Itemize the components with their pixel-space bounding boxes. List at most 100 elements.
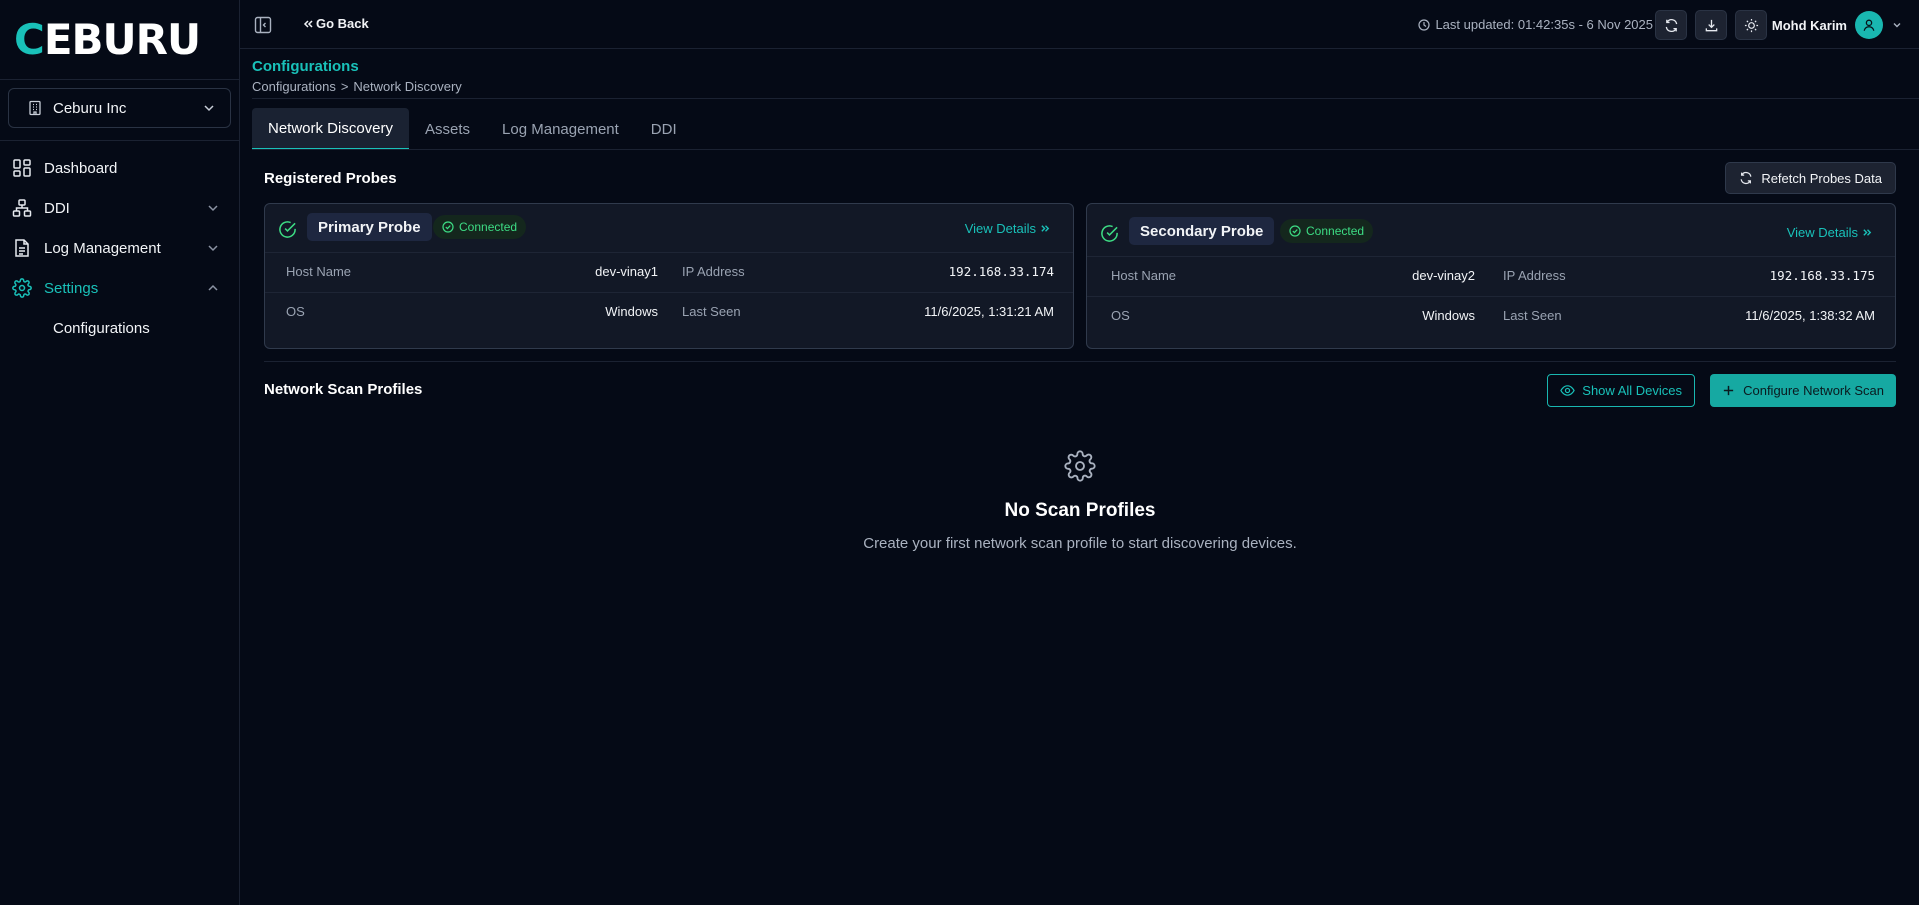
ip-address-value: 192.168.33.175	[1769, 268, 1875, 283]
configure-network-scan-button[interactable]: Configure Network Scan	[1710, 374, 1896, 407]
status-badge: Connected	[1280, 219, 1374, 243]
theme-toggle-button[interactable]	[1735, 10, 1767, 40]
go-back-link[interactable]: Go Back	[302, 16, 369, 31]
sidebar-subitem-configurations[interactable]: Configurations	[0, 308, 240, 348]
last-seen-label: Last Seen	[1503, 308, 1562, 323]
breadcrumb-separator: >	[340, 79, 349, 94]
probe-card-secondary: Secondary Probe Connected View Details H…	[1086, 203, 1896, 349]
sidebar-nav: Dashboard DDI Log Management Settings Co…	[0, 148, 240, 348]
refresh-icon	[1739, 171, 1753, 185]
refresh-button[interactable]	[1655, 10, 1687, 40]
divider	[265, 252, 1073, 253]
refresh-icon	[1664, 18, 1679, 33]
chevron-down-icon	[206, 201, 220, 215]
divider	[252, 149, 1919, 150]
avatar	[1855, 11, 1883, 39]
empty-state-description: Create your first network scan profile t…	[863, 535, 1297, 552]
topbar: Go Back Last updated: 01:42:35s - 6 Nov …	[240, 0, 1919, 49]
clock-icon	[1418, 18, 1431, 31]
chevrons-left-icon	[302, 18, 314, 30]
os-label: OS	[286, 304, 305, 319]
divider	[0, 140, 240, 141]
go-back-label: Go Back	[316, 16, 369, 31]
status-text: Connected	[459, 220, 518, 234]
scan-profiles-title: Network Scan Profiles	[264, 381, 423, 398]
plus-icon	[1722, 384, 1735, 397]
last-seen-value: 11/6/2025, 1:31:21 AM	[924, 304, 1054, 319]
dashboard-icon	[12, 158, 32, 178]
configure-network-scan-label: Configure Network Scan	[1743, 383, 1884, 398]
show-all-devices-label: Show All Devices	[1582, 383, 1682, 398]
last-updated: Last updated: 01:42:35s - 6 Nov 2025	[1418, 17, 1653, 32]
check-circle-icon	[442, 221, 454, 233]
status-badge: Connected	[433, 215, 527, 239]
download-button[interactable]	[1695, 10, 1727, 40]
chevrons-right-icon	[1862, 227, 1873, 238]
user-name: Mohd Karim	[1771, 17, 1847, 33]
os-value: Windows	[1422, 308, 1475, 323]
sun-icon	[1744, 18, 1759, 33]
breadcrumb-item: Network Discovery	[353, 79, 462, 94]
network-icon	[12, 198, 32, 218]
registered-probes-title: Registered Probes	[264, 170, 397, 187]
user-menu[interactable]: Mohd Karim	[1772, 11, 1903, 39]
page-title: Configurations	[252, 58, 359, 75]
tab-network-discovery[interactable]: Network Discovery	[252, 108, 410, 150]
check-circle-icon	[1100, 224, 1119, 243]
sidebar-item-dashboard[interactable]: Dashboard	[0, 148, 240, 188]
status-text: Connected	[1306, 224, 1365, 238]
org-name: Ceburu Inc	[53, 99, 127, 117]
divider	[0, 79, 240, 80]
divider	[252, 98, 1919, 99]
refetch-probes-button[interactable]: Refetch Probes Data	[1725, 162, 1896, 194]
probe-card-primary: Primary Probe Connected View Details Hos…	[264, 203, 1074, 349]
tab-ddi[interactable]: DDI	[635, 108, 693, 150]
org-selector[interactable]: Ceburu Inc	[8, 88, 231, 128]
sidebar-item-ddi[interactable]: DDI	[0, 188, 240, 228]
gear-icon	[1064, 450, 1096, 482]
sidebar-item-label: DDI	[44, 199, 70, 217]
last-updated-text: Last updated: 01:42:35s - 6 Nov 2025	[1435, 17, 1653, 32]
brand-logo[interactable]: CEBURU	[14, 19, 201, 61]
sidebar: CEBURU Ceburu Inc Dashboard DDI Log Mana…	[0, 0, 240, 905]
host-name-value: dev-vinay2	[1412, 268, 1475, 283]
tab-bar: Network Discovery Assets Log Management …	[252, 108, 693, 150]
probe-name: Primary Probe	[307, 213, 432, 241]
host-name-label: Host Name	[286, 264, 352, 279]
tab-log-management[interactable]: Log Management	[486, 108, 635, 150]
sidebar-item-log-management[interactable]: Log Management	[0, 228, 240, 268]
ip-address-value: 192.168.33.174	[948, 264, 1054, 279]
sidebar-item-label: Settings	[44, 279, 99, 297]
chevrons-right-icon	[1040, 223, 1051, 234]
view-details-link[interactable]: View Details	[1787, 225, 1873, 240]
divider	[264, 361, 1896, 362]
view-details-label: View Details	[964, 221, 1036, 236]
check-circle-icon	[278, 220, 297, 239]
probe-name: Secondary Probe	[1129, 217, 1275, 245]
sidebar-toggle-icon[interactable]	[254, 16, 272, 34]
building-icon	[27, 100, 43, 116]
ip-address-label: IP Address	[1503, 268, 1566, 283]
view-details-link[interactable]: View Details	[965, 221, 1051, 236]
host-name-value: dev-vinay1	[595, 264, 658, 279]
eye-icon	[1560, 383, 1576, 398]
check-circle-icon	[1289, 225, 1301, 237]
breadcrumb-item[interactable]: Configurations	[252, 79, 336, 94]
download-icon	[1704, 18, 1719, 33]
tab-assets[interactable]: Assets	[409, 108, 486, 150]
chevron-down-icon	[206, 241, 220, 255]
os-value: Windows	[605, 304, 658, 319]
view-details-label: View Details	[1786, 225, 1858, 240]
divider	[1087, 296, 1895, 297]
os-label: OS	[1111, 308, 1130, 323]
gear-icon	[12, 278, 32, 298]
last-seen-label: Last Seen	[682, 304, 741, 319]
divider	[1087, 256, 1895, 257]
chevron-down-icon	[1891, 19, 1903, 31]
show-all-devices-button[interactable]: Show All Devices	[1547, 374, 1695, 407]
chevron-up-icon	[206, 281, 220, 295]
refetch-label: Refetch Probes Data	[1761, 170, 1882, 186]
sidebar-item-settings[interactable]: Settings	[0, 268, 240, 308]
sidebar-item-label: Log Management	[44, 239, 161, 257]
divider	[265, 292, 1073, 293]
